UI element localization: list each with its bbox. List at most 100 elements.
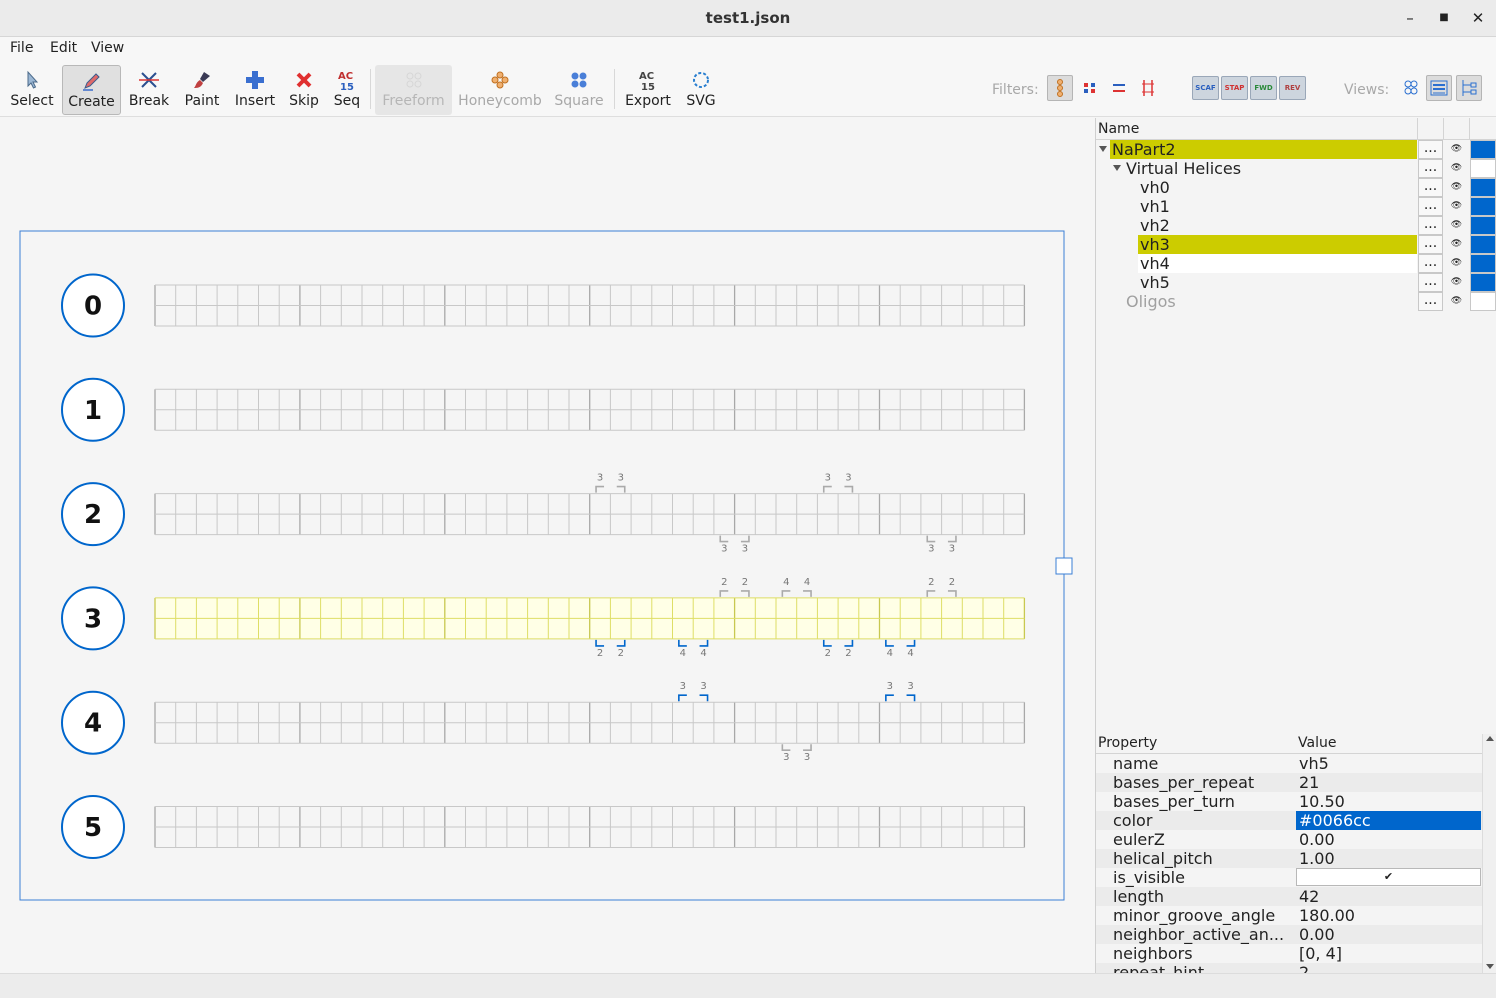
xover-hint-marker[interactable] — [844, 639, 854, 647]
property-scrollbar[interactable] — [1482, 734, 1496, 973]
item-menu-button[interactable]: ... — [1418, 140, 1443, 159]
outliner-row-oligos[interactable]: Oligos... 👁 — [1096, 292, 1496, 311]
color-swatch[interactable] — [1470, 216, 1496, 235]
scroll-down-icon[interactable] — [1486, 964, 1494, 969]
outliner-item-name[interactable]: vh4 — [1138, 254, 1417, 273]
color-swatch[interactable] — [1470, 273, 1496, 292]
color-swatch[interactable] — [1470, 292, 1496, 311]
item-menu-button[interactable]: ... — [1418, 235, 1443, 254]
xover-hint-marker[interactable] — [906, 639, 916, 647]
honeycomb-tool-button[interactable]: Honeycomb — [456, 65, 544, 115]
item-menu-button[interactable]: ... — [1418, 178, 1443, 197]
xover-hint-marker[interactable] — [781, 590, 791, 597]
xover-hint-marker[interactable] — [781, 744, 791, 751]
freeform-tool-button[interactable]: Freeform — [375, 65, 452, 115]
xover-hint-marker[interactable] — [595, 485, 605, 493]
skip-tool-button[interactable]: Skip — [284, 65, 324, 115]
xover-hint-marker[interactable] — [885, 639, 894, 647]
item-menu-button[interactable]: ... — [1418, 159, 1443, 178]
property-value[interactable]: 42 — [1299, 887, 1319, 906]
property-value[interactable]: 180.00 — [1299, 906, 1355, 925]
view-slice-button[interactable] — [1398, 75, 1424, 101]
view-inspector-button[interactable] — [1456, 75, 1482, 101]
visibility-eye-icon[interactable]: 👁 — [1444, 273, 1469, 292]
color-value-field[interactable]: #0066cc — [1296, 811, 1481, 830]
property-row-bases-per-repeat[interactable]: bases_per_repeat 21 — [1096, 773, 1482, 792]
color-swatch[interactable] — [1470, 197, 1496, 216]
property-value[interactable]: 21 — [1299, 773, 1319, 792]
outliner-row-vh2[interactable]: vh2... 👁 — [1096, 216, 1496, 235]
color-swatch[interactable] — [1470, 235, 1496, 254]
color-swatch[interactable] — [1470, 178, 1496, 197]
filter-xover-button[interactable] — [1135, 75, 1161, 101]
visibility-eye-icon[interactable]: 👁 — [1444, 178, 1469, 197]
outliner-item-name[interactable]: vh2 — [1138, 216, 1417, 235]
property-row-eulerZ[interactable]: eulerZ 0.00 — [1096, 830, 1482, 849]
property-row-neighbor-active-an-[interactable]: neighbor_active_an... 0.00 — [1096, 925, 1482, 944]
outliner-item-name[interactable]: vh1 — [1138, 197, 1417, 216]
xover-hint-marker[interactable] — [803, 590, 812, 597]
create-tool-button[interactable]: Create — [62, 65, 121, 115]
outliner-row-virtual-helices[interactable]: Virtual Helices... 👁 — [1096, 159, 1496, 178]
helix-3[interactable]: 3 — [61, 586, 1026, 651]
item-menu-button[interactable]: ... — [1418, 273, 1443, 292]
menu-view[interactable]: View — [91, 40, 124, 56]
xover-hint-marker[interactable] — [719, 535, 729, 543]
property-value[interactable]: [0, 4] — [1299, 944, 1342, 963]
outliner-item-name[interactable]: NaPart2 — [1110, 140, 1417, 159]
menu-edit[interactable]: Edit — [50, 40, 77, 56]
path-view-svg[interactable]: 0 1 2 3 4 5 3 3 3 3 3 3 3 3 2 2 4 4 2 2 2 2 4 4 2 2 4 4 3 3 3 3 3 3 — [0, 118, 1095, 973]
property-row-color[interactable]: color #0066cc — [1096, 811, 1482, 830]
property-value[interactable]: 0.00 — [1299, 925, 1335, 944]
item-menu-button[interactable]: ... — [1418, 254, 1443, 273]
xover-hint-marker[interactable] — [699, 694, 709, 702]
outliner-row-vh3[interactable]: vh3... 👁 — [1096, 235, 1496, 254]
property-row-is-visible[interactable]: is_visible ✔ — [1096, 868, 1482, 887]
minimize-button[interactable]: – — [1399, 8, 1421, 30]
outliner-name-column[interactable]: Name — [1098, 121, 1139, 137]
item-menu-button[interactable]: ... — [1418, 292, 1443, 311]
is-visible-checkbox[interactable]: ✔ — [1296, 868, 1481, 886]
visibility-eye-icon[interactable]: 👁 — [1444, 216, 1469, 235]
outliner-item-name[interactable]: Virtual Helices — [1124, 159, 1417, 178]
color-swatch[interactable] — [1470, 159, 1496, 178]
helix-5[interactable]: 5 — [61, 795, 1026, 859]
filter-helix-button[interactable] — [1047, 75, 1073, 101]
property-row-helical-pitch[interactable]: helical_pitch 1.00 — [1096, 849, 1482, 868]
xover-hint-marker[interactable] — [740, 535, 750, 543]
part-resize-handle[interactable] — [1055, 557, 1073, 575]
xover-hint-marker[interactable] — [678, 694, 687, 702]
insert-tool-button[interactable]: Insert — [230, 65, 280, 115]
visibility-eye-icon[interactable]: 👁 — [1444, 197, 1469, 216]
helix-1[interactable]: 1 — [61, 377, 1026, 442]
property-row-minor-groove-angle[interactable]: minor_groove_angle 180.00 — [1096, 906, 1482, 925]
outliner-row-vh1[interactable]: vh1... 👁 — [1096, 197, 1496, 216]
xover-hint-marker[interactable] — [844, 485, 854, 493]
menu-file[interactable]: File — [10, 40, 33, 56]
visibility-eye-icon[interactable]: 👁 — [1444, 159, 1469, 178]
square-tool-button[interactable]: Square — [552, 65, 606, 115]
xover-hint-marker[interactable] — [926, 590, 936, 597]
view-path-button[interactable] — [1426, 75, 1452, 101]
xover-hint-marker[interactable] — [822, 639, 832, 647]
property-value[interactable]: vh5 — [1299, 754, 1329, 773]
xover-hint-marker[interactable] — [699, 639, 709, 647]
visibility-eye-icon[interactable]: 👁 — [1444, 235, 1469, 254]
visibility-eye-icon[interactable]: 👁 — [1444, 292, 1469, 311]
seq-tool-button[interactable]: AC 15 Seq — [328, 65, 366, 115]
xover-hint-marker[interactable] — [947, 590, 957, 597]
helix-2[interactable]: 2 — [61, 482, 1026, 547]
property-row-repeat-hint[interactable]: repeat_hint 2 — [1096, 963, 1482, 973]
property-value[interactable]: 1.00 — [1299, 849, 1335, 868]
xover-hint-marker[interactable] — [947, 535, 957, 543]
svg-tool-button[interactable]: SVG — [680, 65, 722, 115]
scroll-up-icon[interactable] — [1486, 736, 1494, 741]
break-tool-button[interactable]: Break — [125, 65, 173, 115]
xover-hint-marker[interactable] — [616, 639, 626, 647]
expand-caret-icon[interactable] — [1099, 146, 1107, 152]
outliner-row-napart2[interactable]: NaPart2... 👁 — [1096, 140, 1496, 159]
xover-hint-marker[interactable] — [803, 744, 812, 751]
property-value[interactable]: 10.50 — [1299, 792, 1345, 811]
filter-endpoint-button[interactable] — [1077, 75, 1103, 101]
property-row-bases-per-turn[interactable]: bases_per_turn 10.50 — [1096, 792, 1482, 811]
